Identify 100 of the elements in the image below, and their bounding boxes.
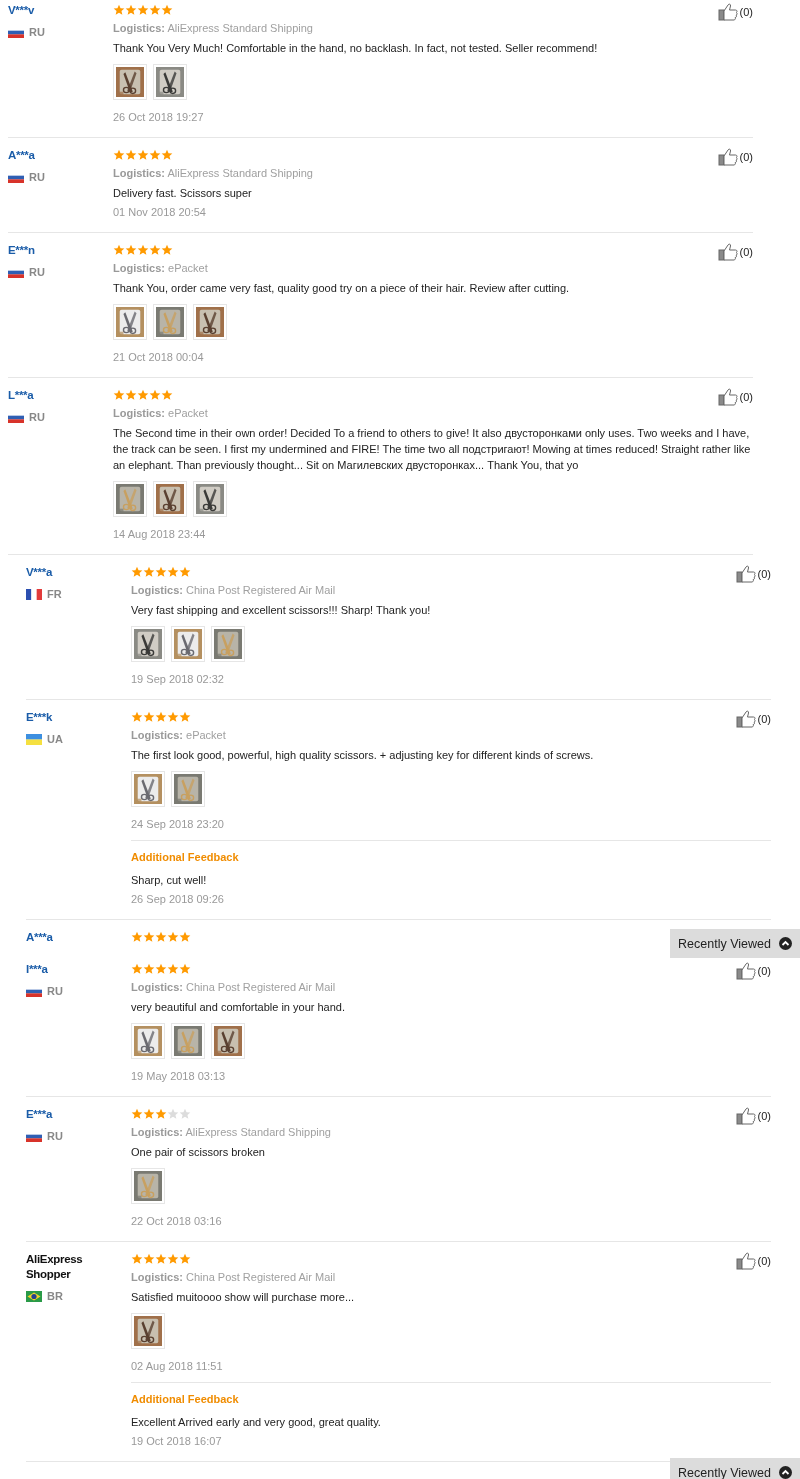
logistics-info: Logistics: ePacket [131, 728, 227, 743]
review-date: 24 Sep 2018 23:20 [131, 817, 224, 832]
like-button[interactable]: (0) [735, 962, 771, 980]
star-icon [161, 4, 173, 16]
star-icon [179, 931, 191, 943]
logistics-info: Logistics: China Post Registered Air Mail [131, 583, 337, 598]
star-icon [149, 244, 161, 256]
country-code: RU [47, 1130, 63, 1142]
review-text: The Second time in their own order! Decided To a friend to others to give! It also двусторонками only uses. Two weeks and I have, the track can be seen. I first my undermined and FIRE! The time two all подстригают! Mowing at times reduced! Straight rather like an elephant. Than previously thought... Sit on Магилевских двусторонках... Thank You, that yo [113, 426, 752, 473]
star-icon [137, 4, 149, 16]
like-button[interactable]: (0) [717, 388, 753, 406]
review-text: Excellent Arrived early and very good, great quality. [131, 1415, 382, 1430]
flag-icon [26, 733, 42, 745]
chevron-up-icon [778, 1466, 792, 1479]
reviewer-name[interactable]: V***v [8, 3, 93, 18]
star-icon [179, 963, 191, 975]
thumbs-up-icon [717, 388, 738, 406]
like-button[interactable]: (0) [735, 1107, 771, 1125]
review-text: Thank You Very Much! Comfortable in the hand, no backlash. In fact, not tested. Seller recommend! [113, 41, 599, 56]
star-icon [113, 244, 125, 256]
star-icon [113, 149, 125, 161]
country-code: RU [47, 985, 63, 997]
star-icon [161, 389, 173, 401]
star-icon [155, 711, 167, 723]
star-icon [125, 389, 137, 401]
like-button[interactable]: (0) [717, 148, 753, 166]
reviewer-name[interactable]: V***a [26, 565, 111, 580]
thumbs-up-icon [735, 962, 756, 980]
reviewer-name[interactable]: A***a [26, 930, 111, 945]
logistics-info: Logistics: AliExpress Standard Shipping [113, 166, 314, 181]
reviewer-name[interactable]: E***a [26, 1107, 111, 1122]
country-code: RU [29, 171, 45, 183]
like-button[interactable]: (0) [717, 243, 753, 261]
logistics-info: Logistics: AliExpress Standard Shipping [113, 21, 314, 36]
review-date: 19 Sep 2018 02:32 [131, 672, 224, 687]
recently-viewed-button[interactable]: Recently Viewed [670, 929, 800, 958]
star-icon [137, 244, 149, 256]
flag-icon [26, 1290, 42, 1302]
thumbs-up-icon [717, 3, 738, 21]
star-icon [155, 931, 167, 943]
reviewer-name[interactable]: A***a [8, 148, 93, 163]
reviewer-name[interactable]: I***a [26, 962, 111, 977]
review-date: 02 Aug 2018 11:51 [131, 1359, 223, 1374]
star-icon [131, 1108, 143, 1120]
star-icon [179, 711, 191, 723]
star-icon [137, 389, 149, 401]
star-icon [143, 566, 155, 578]
star-icon [125, 244, 137, 256]
review-text: Sharp, cut well! [131, 873, 208, 888]
review-text: Delivery fast. Scissors super [113, 186, 253, 201]
star-icon [179, 1253, 191, 1265]
star-icon [131, 931, 143, 943]
review-date: 19 May 2018 03:13 [131, 1069, 226, 1084]
country-code: BR [47, 1290, 63, 1302]
flag-icon [26, 588, 42, 600]
star-icon [143, 931, 155, 943]
review-text: Satisfied muitoooo show will purchase more... [131, 1290, 356, 1305]
star-icon [131, 1253, 143, 1265]
review-text: The first look good, powerful, high quality scissors. + adjusting key for different kinds of screws. [131, 748, 595, 763]
like-button[interactable]: (0) [735, 710, 771, 728]
star-icon [161, 149, 173, 161]
review-date: 26 Sep 2018 09:26 [131, 892, 224, 907]
like-button[interactable]: (0) [717, 3, 753, 21]
star-icon [155, 1253, 167, 1265]
star-icon [131, 566, 143, 578]
star-icon [131, 963, 143, 975]
star-icon [155, 963, 167, 975]
review-date: 19 Oct 2018 16:07 [131, 1434, 222, 1449]
thumbs-up-icon [735, 565, 756, 583]
logistics-info: Logistics: China Post Registered Air Mail [131, 1270, 337, 1285]
chevron-up-icon [778, 937, 792, 950]
star-icon [143, 1253, 155, 1265]
country-code: RU [29, 411, 45, 423]
review-date: 21 Oct 2018 00:04 [113, 350, 204, 365]
like-button[interactable]: (0) [735, 1252, 771, 1270]
star-icon [131, 711, 143, 723]
reviewer-name[interactable]: E***k [26, 710, 111, 725]
star-icon [113, 389, 125, 401]
recently-viewed-button[interactable]: Recently Viewed [670, 1458, 800, 1479]
star-icon [125, 4, 137, 16]
star-icon [143, 1108, 155, 1120]
thumbs-up-icon [735, 710, 756, 728]
country-code: FR [47, 588, 62, 600]
star-icon [137, 149, 149, 161]
star-icon [167, 566, 179, 578]
review-date: 22 Oct 2018 03:16 [131, 1214, 222, 1229]
additional-feedback-title: Additional Feedback [131, 1392, 240, 1407]
additional-feedback-title: Additional Feedback [131, 850, 240, 865]
star-icon [179, 1108, 191, 1120]
star-icon [161, 244, 173, 256]
logistics-info: Logistics: AliExpress Standard Shipping [131, 1125, 332, 1140]
review-text: Very fast shipping and excellent scissors!!! Sharp! Thank you! [131, 603, 432, 618]
star-icon [143, 711, 155, 723]
country-code: RU [29, 266, 45, 278]
like-button[interactable]: (0) [735, 565, 771, 583]
reviewer-name[interactable]: L***a [8, 388, 93, 403]
star-icon [167, 931, 179, 943]
logistics-info: Logistics: China Post Registered Air Mail [131, 980, 337, 995]
star-icon [155, 566, 167, 578]
reviewer-name[interactable]: E***n [8, 243, 93, 258]
